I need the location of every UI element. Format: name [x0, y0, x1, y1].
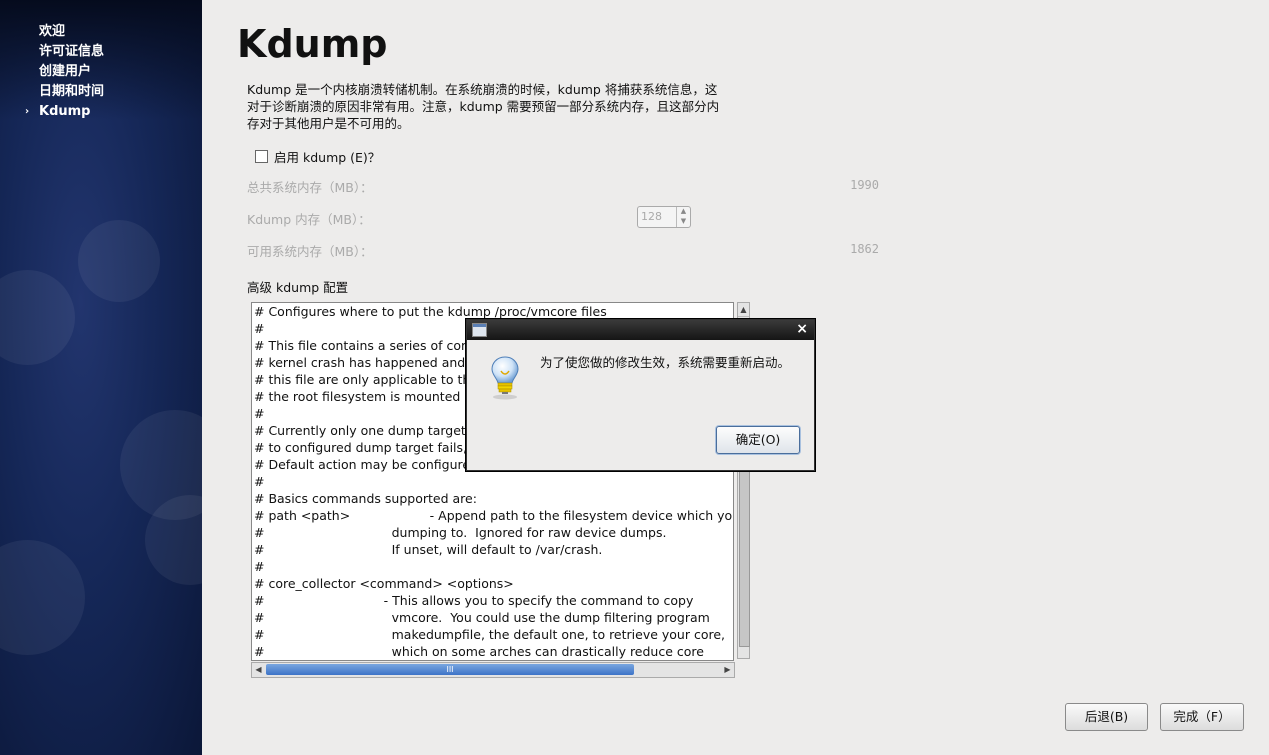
- spin-up-icon[interactable]: ▲: [677, 207, 690, 217]
- scroll-up-icon[interactable]: ▲: [738, 303, 749, 317]
- scroll-left-icon[interactable]: ◀: [252, 663, 265, 677]
- sidebar-item-date-time: 日期和时间: [39, 84, 105, 99]
- description-line: 对于诊断崩溃的原因非常有用。注意，kdump 需要预留一部分系统内存，且这部分内: [247, 99, 720, 114]
- vertical-scroll-thumb[interactable]: [739, 453, 750, 647]
- total-memory-label: 总共系统内存（MB）：: [247, 180, 373, 195]
- sidebar-item-kdump: › Kdump: [25, 102, 104, 122]
- available-memory-value: 1862: [850, 242, 879, 256]
- back-button[interactable]: 后退(B): [1065, 703, 1148, 731]
- lightbulb-icon: [491, 356, 519, 400]
- description-line: Kdump 是一个内核崩溃转储机制。在系统崩溃的时候，kdump 将捕获系统信息…: [247, 82, 718, 97]
- horizontal-scrollbar[interactable]: ◀ III ▶: [251, 662, 735, 678]
- enable-kdump-checkbox[interactable]: 启用 kdump (E)？: [255, 147, 380, 166]
- decor-circle: [0, 270, 75, 365]
- total-memory-value: 1990: [850, 178, 879, 192]
- enable-kdump-label[interactable]: 启用 kdump (E)？: [274, 147, 380, 166]
- scroll-right-icon[interactable]: ▶: [721, 663, 734, 677]
- spinner-buttons: ▲ ▼: [677, 207, 690, 227]
- description-line: 存对于其他用户是不可用的。: [247, 116, 410, 131]
- ok-button[interactable]: 确定(O): [716, 426, 800, 454]
- kdump-memory-label: Kdump 内存（MB）：: [247, 212, 371, 227]
- kdump-description: Kdump 是一个内核崩溃转储机制。在系统崩溃的时候，kdump 将捕获系统信息…: [247, 81, 742, 132]
- current-step-arrow-icon: ›: [25, 106, 30, 117]
- advanced-config-label: 高级 kdump 配置: [247, 280, 349, 295]
- kdump-memory-value[interactable]: 128: [638, 207, 677, 227]
- sidebar-item-welcome: 欢迎: [39, 24, 66, 39]
- page-title: Kdump: [237, 22, 388, 66]
- finish-button[interactable]: 完成（F）: [1160, 703, 1244, 731]
- sidebar: 欢迎 许可证信息 创建用户 日期和时间 › Kdump: [0, 0, 202, 755]
- decor-circle: [78, 220, 160, 302]
- window-icon: [472, 323, 487, 337]
- sidebar-item-license: 许可证信息: [39, 44, 105, 59]
- reboot-required-dialog: × 为了使您做的修改生效，系统需要重新启动。 确定(O): [466, 319, 815, 471]
- decor-circle: [0, 540, 85, 655]
- checkbox-box[interactable]: [255, 150, 268, 163]
- kdump-memory-spinner[interactable]: 128 ▲ ▼: [637, 206, 691, 228]
- dialog-titlebar[interactable]: ×: [467, 320, 814, 340]
- spin-down-icon[interactable]: ▼: [677, 217, 690, 227]
- sidebar-item-label: Kdump: [39, 104, 91, 119]
- sidebar-nav: 欢迎 许可证信息 创建用户 日期和时间 › Kdump: [25, 22, 105, 122]
- available-memory-label: 可用系统内存（MB）：: [247, 244, 373, 259]
- sidebar-item-create-user: 创建用户: [39, 64, 92, 79]
- dialog-message: 为了使您做的修改生效，系统需要重新启动。: [540, 355, 791, 370]
- close-icon[interactable]: ×: [796, 321, 808, 337]
- horizontal-scroll-thumb[interactable]: III: [266, 664, 634, 675]
